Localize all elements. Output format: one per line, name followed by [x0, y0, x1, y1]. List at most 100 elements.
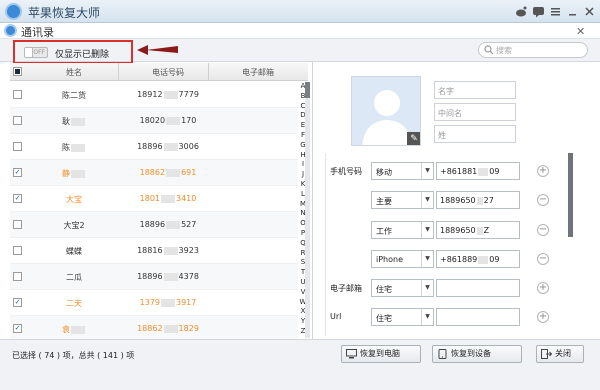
contact-phone: 18862 1829 [120, 324, 216, 333]
table-row[interactable]: 大宝2 18896 527 [10, 212, 298, 238]
contact-phone: 1379 3917 [120, 298, 216, 307]
phone-part: 18816 [137, 246, 163, 255]
row-checkbox[interactable] [13, 220, 22, 229]
phone-type-select[interactable]: 主要 ▼ [371, 191, 434, 209]
email-type-select[interactable]: 住宅 ▼ [371, 279, 434, 297]
search-input[interactable]: 搜索 [478, 42, 588, 58]
phone-number-field[interactable]: 1889650 27 [436, 191, 520, 209]
phone-type-value: 工作 [376, 227, 392, 236]
phone-part: 527 [181, 220, 197, 229]
phone-part: 18862 [139, 168, 166, 177]
redaction [71, 325, 85, 334]
minimize-icon[interactable] [566, 5, 579, 18]
phone-section-label: 手机号码 [330, 167, 362, 176]
phone-value-part: 1889650 [440, 196, 476, 205]
table-header: 姓名 电话号码 电子邮箱 [10, 63, 308, 81]
table-row[interactable]: 蝶蝶 18816 3923 [10, 238, 298, 264]
select-all-checkbox[interactable] [13, 67, 22, 76]
app-title: 苹果恢复大师 [28, 6, 101, 20]
computer-icon [346, 349, 357, 359]
email-type-value: 住宅 [376, 285, 392, 294]
contact-name: 耿 [30, 116, 118, 127]
url-type-select[interactable]: 住宅 ▼ [371, 308, 434, 326]
row-checkbox[interactable]: ✓ [13, 168, 22, 177]
add-phone-icon[interactable]: + [537, 165, 549, 177]
table-row[interactable]: 陈 18896 3006 [10, 134, 298, 160]
phone-part: 18912 [137, 90, 163, 99]
chevron-down-icon: ▼ [421, 192, 433, 208]
redaction [71, 143, 85, 152]
remove-phone-icon[interactable]: − [537, 194, 549, 206]
row-checkbox[interactable]: ✓ [13, 324, 22, 333]
feedback-icon[interactable] [532, 5, 545, 18]
redaction [163, 142, 178, 151]
table-row[interactable]: ✓ 二天 1379 3917 [10, 290, 298, 316]
chevron-down-icon: ▼ [421, 222, 433, 238]
row-checkbox[interactable] [13, 116, 22, 125]
header-name[interactable]: 姓名 [30, 67, 118, 78]
remove-phone-icon[interactable]: − [537, 224, 549, 236]
detail-scrollbar[interactable] [568, 153, 573, 237]
table-row[interactable]: 耿 18020 170 [10, 108, 298, 134]
row-checkbox[interactable] [13, 90, 22, 99]
middle-name-field[interactable]: 中间名 [434, 103, 516, 121]
edit-avatar-icon[interactable]: ✎ [407, 132, 420, 145]
phone-value-part: 09 [489, 255, 500, 264]
phone-part: 1801 [139, 194, 160, 203]
last-name-field[interactable]: 姓 [434, 125, 516, 143]
contact-phone: 18020 170 [120, 116, 216, 125]
row-checkbox[interactable]: ✓ [13, 194, 22, 203]
phone-part: 18896 [137, 272, 163, 281]
phone-type-select[interactable]: 工作 ▼ [371, 221, 434, 239]
contact-phone: 18896 3006 [120, 142, 216, 151]
phone-type-select[interactable]: iPhone ▼ [371, 250, 434, 268]
contact-phone: 18912 7779 [120, 90, 216, 99]
weibo-icon[interactable] [515, 5, 528, 18]
table-row[interactable]: 二瓜 18896 4378 [10, 264, 298, 290]
window-close-icon[interactable] [583, 5, 596, 18]
redaction [166, 168, 181, 177]
email-field[interactable] [436, 279, 520, 297]
remove-phone-icon[interactable]: − [537, 253, 549, 265]
table-row[interactable]: ✓ 大宝 1801 3410 [10, 186, 298, 212]
phone-value-part: 09 [489, 167, 500, 176]
contacts-close-icon[interactable]: ✕ [576, 25, 585, 38]
first-name-field[interactable]: 名字 [434, 81, 516, 99]
phone-number-field[interactable]: 1889650 Z [436, 221, 520, 239]
deleted-only-toggle[interactable]: OFF [24, 47, 48, 58]
panel-divider [312, 62, 313, 339]
row-checkbox[interactable] [13, 246, 22, 255]
redaction [161, 194, 175, 203]
table-row[interactable]: 陈二货 18912 7779 [10, 82, 298, 108]
contacts-list: 陈二货 18912 7779 耿 18020 170 陈 18896 3006 ✓ 静… [10, 82, 298, 342]
phone-type-select[interactable]: 移动 ▼ [371, 162, 434, 180]
header-phone[interactable]: 电话号码 [118, 67, 218, 78]
contacts-logo-icon [4, 24, 17, 37]
selection-status: 已选择 ( 74 ) 项，总共 ( 141 ) 项 [12, 351, 135, 360]
row-checkbox[interactable]: ✓ [13, 298, 22, 307]
header-email[interactable]: 电子邮箱 [208, 67, 308, 78]
list-scrollbar-thumb[interactable] [305, 82, 310, 98]
restore-to-computer-button[interactable]: 恢复到电脑 [341, 345, 421, 363]
phone-number-field[interactable]: +861881 09 [436, 162, 520, 180]
contact-name: 二瓜 [66, 273, 82, 282]
redaction [163, 90, 178, 99]
close-button[interactable]: 关闭 [536, 345, 584, 363]
row-checkbox[interactable] [13, 142, 22, 151]
list-scrollbar[interactable] [305, 82, 310, 338]
table-row[interactable]: ✓ 静 18862 691 [10, 160, 298, 186]
phone-number-field[interactable]: +861889 09 [436, 250, 520, 268]
app-title-bar: 苹果恢复大师 [0, 0, 600, 23]
phone-value-part: +861881 [440, 167, 478, 176]
toggle-state-text: OFF [33, 49, 45, 56]
phone-part: 3006 [178, 142, 199, 151]
restore-to-device-label: 恢复到设备 [451, 349, 491, 358]
row-checkbox[interactable] [13, 272, 22, 281]
url-field[interactable] [436, 308, 520, 326]
restore-to-device-button[interactable]: 恢复到设备 [432, 345, 522, 363]
add-email-icon[interactable]: + [537, 282, 549, 294]
menu-icon[interactable] [549, 5, 562, 18]
device-icon [438, 349, 447, 359]
phone-type-value: 移动 [376, 168, 392, 177]
add-url-icon[interactable]: + [537, 311, 549, 323]
